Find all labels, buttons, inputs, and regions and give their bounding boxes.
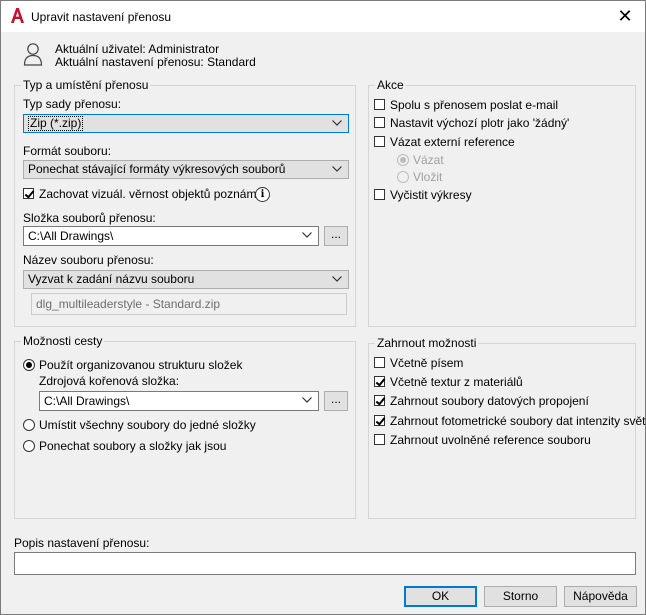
chevron-down-icon (332, 166, 342, 172)
folder-input[interactable]: C:\All Drawings\ (23, 226, 319, 246)
bind-label: Vázat (413, 153, 444, 167)
plotter-none-checkbox[interactable] (374, 117, 385, 128)
autocad-logo-icon (9, 7, 26, 27)
organized-structure-radio[interactable] (23, 359, 35, 371)
chevron-down-icon (332, 276, 342, 282)
group-legend: Zahrnout možnosti (375, 336, 479, 350)
bind-xref-checkbox[interactable] (374, 136, 385, 147)
include-unloaded-checkbox[interactable] (374, 434, 385, 445)
keep-as-is-radio[interactable] (23, 440, 35, 452)
include-textures-label: Včetně textur z materiálů (390, 375, 523, 389)
title-bar: Upravit nastavení přenosu ✕ (1, 1, 645, 32)
visual-fidelity-label: Zachovat vizuál. věrnost objektů poznáme… (39, 187, 270, 201)
chevron-down-icon (302, 232, 312, 238)
source-root-label: Zdrojová kořenová složka: (39, 374, 180, 388)
transmittal-setup-dialog: Upravit nastavení přenosu ✕ Aktuální uži… (0, 0, 646, 615)
chevron-down-icon (332, 120, 342, 126)
single-folder-label: Umístit všechny soubory do jedné složky (39, 418, 256, 432)
include-fonts-label: Včetně písem (390, 356, 464, 370)
insert-label: Vložit (413, 170, 443, 184)
info-icon[interactable]: i (255, 187, 270, 202)
window-title: Upravit nastavení přenosu (31, 10, 172, 24)
include-datalinks-checkbox[interactable] (374, 395, 385, 406)
visual-fidelity-checkbox[interactable] (23, 188, 34, 199)
include-datalinks-label: Zahrnout soubory datových propojení (390, 394, 589, 408)
filename-label: Název souboru přenosu: (23, 253, 154, 267)
purge-drawings-checkbox[interactable] (374, 189, 385, 200)
folder-value: C:\All Drawings\ (28, 229, 114, 243)
include-textures-checkbox[interactable] (374, 376, 385, 387)
bind-xref-label: Vázat externí reference (390, 135, 515, 149)
file-format-value: Ponechat stávající formáty výkresových s… (28, 162, 286, 176)
source-root-browse-button[interactable]: ... (324, 391, 348, 411)
filename-preview-value: dlg_multileaderstyle - Standard.zip (36, 297, 221, 311)
current-setup-text: Aktuální nastavení přenosu: Standard (55, 55, 256, 69)
keep-as-is-label: Ponechat soubory a složky jak jsou (39, 439, 227, 453)
include-fonts-checkbox[interactable] (374, 357, 385, 368)
include-unloaded-label: Zahrnout uvolněné reference souboru (390, 433, 591, 447)
ok-button[interactable]: OK (404, 586, 477, 607)
group-legend: Akce (375, 78, 406, 92)
cancel-button[interactable]: Storno (484, 586, 557, 607)
filename-preview-field: dlg_multileaderstyle - Standard.zip (31, 293, 347, 315)
chevron-down-icon (302, 397, 312, 403)
include-photometric-checkbox[interactable] (374, 415, 385, 426)
package-type-select[interactable]: Zip (*.zip) (23, 114, 349, 133)
package-type-label: Typ sady přenosu: (23, 97, 122, 111)
group-legend: Možnosti cesty (21, 334, 105, 348)
description-label: Popis nastavení přenosu: (14, 536, 150, 550)
description-input[interactable] (14, 552, 636, 575)
include-photometric-label: Zahrnout fotometrické soubory dat intenz… (390, 414, 646, 428)
single-folder-radio[interactable] (23, 419, 35, 431)
file-format-select[interactable]: Ponechat stávající formáty výkresových s… (23, 160, 349, 179)
plotter-none-label: Nastavit výchozí plotr jako 'žádný' (390, 116, 570, 130)
purge-drawings-label: Vyčistit výkresy (390, 188, 472, 202)
current-user-text: Aktuální uživatel: Administrator (55, 42, 220, 56)
bind-radio[interactable] (397, 154, 409, 166)
send-email-checkbox[interactable] (374, 99, 385, 110)
insert-radio[interactable] (397, 171, 409, 183)
group-legend: Typ a umístění přenosu (21, 78, 151, 92)
file-format-label: Formát souboru: (23, 144, 112, 158)
user-avatar-icon (23, 42, 43, 69)
help-button[interactable]: Nápověda (564, 586, 637, 607)
folder-browse-button[interactable]: ... (324, 226, 348, 246)
close-icon[interactable]: ✕ (613, 5, 637, 27)
filename-value: Vyzvat k zadání názvu souboru (28, 272, 195, 286)
folder-label: Složka souborů přenosu: (23, 211, 156, 225)
source-root-value: C:\All Drawings\ (44, 394, 130, 408)
filename-select[interactable]: Vyzvat k zadání názvu souboru (23, 270, 349, 289)
source-root-input[interactable]: C:\All Drawings\ (39, 391, 319, 411)
package-type-value: Zip (*.zip) (28, 116, 84, 131)
organized-structure-label: Použít organizovanou strukturu složek (39, 358, 243, 372)
send-email-label: Spolu s přenosem poslat e-mail (390, 98, 559, 112)
